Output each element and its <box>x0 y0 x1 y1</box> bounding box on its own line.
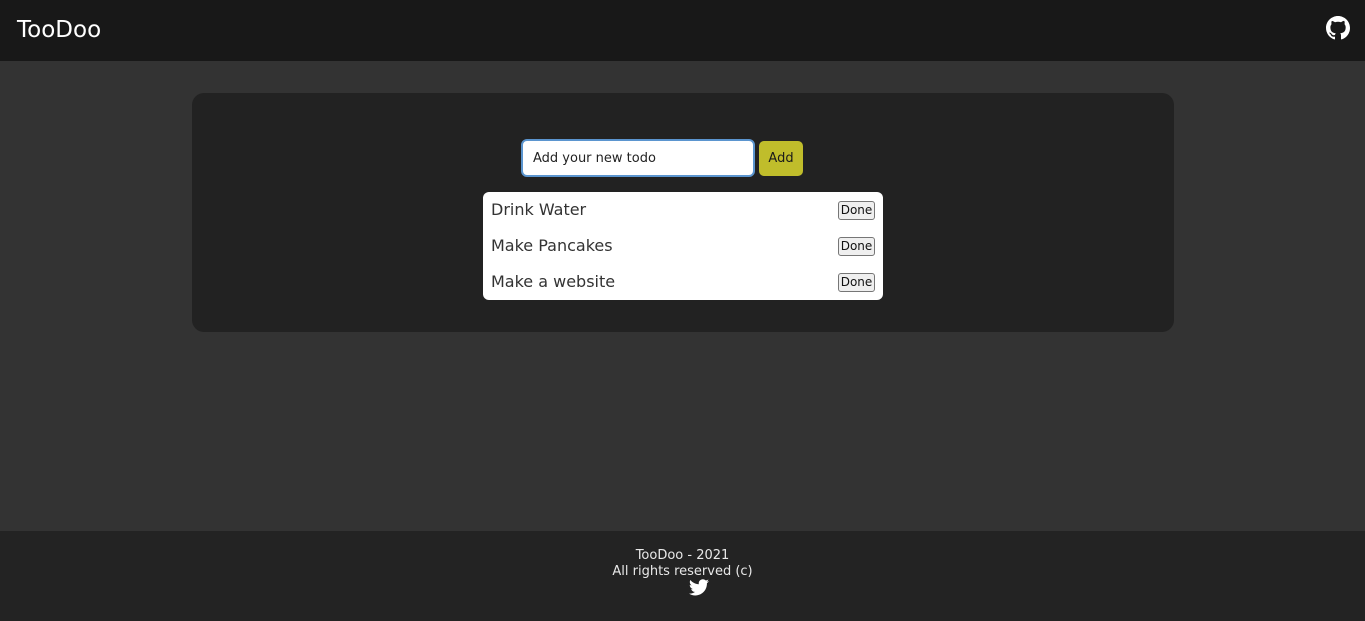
github-icon-glyph <box>1326 16 1350 40</box>
top-header: TooDoo <box>0 0 1365 61</box>
footer-rights: All rights reserved (c) <box>612 564 753 579</box>
todo-item-text: Drink Water <box>491 200 587 219</box>
github-icon[interactable] <box>1326 16 1350 40</box>
twitter-icon[interactable] <box>689 579 709 596</box>
app-title[interactable]: TooDoo <box>17 14 101 46</box>
page-footer: TooDoo - 2021 All rights reserved (c) <box>0 531 1365 621</box>
footer-copyright: TooDoo - 2021 <box>635 548 730 563</box>
todo-item-text: Make a website <box>491 272 616 291</box>
todo-list: Drink Water Done Make Pancakes Done Make… <box>483 192 883 300</box>
todo-item-text: Make Pancakes <box>491 236 613 255</box>
todo-item: Make Pancakes Done <box>483 228 883 264</box>
done-button[interactable]: Done <box>838 273 875 292</box>
done-button[interactable]: Done <box>838 237 875 256</box>
twitter-icon-glyph <box>689 579 709 596</box>
done-button[interactable]: Done <box>838 201 875 220</box>
todo-item: Drink Water Done <box>483 192 883 228</box>
add-button[interactable]: Add <box>759 141 803 176</box>
todo-item: Make a website Done <box>483 264 883 300</box>
new-todo-input[interactable] <box>521 139 755 177</box>
